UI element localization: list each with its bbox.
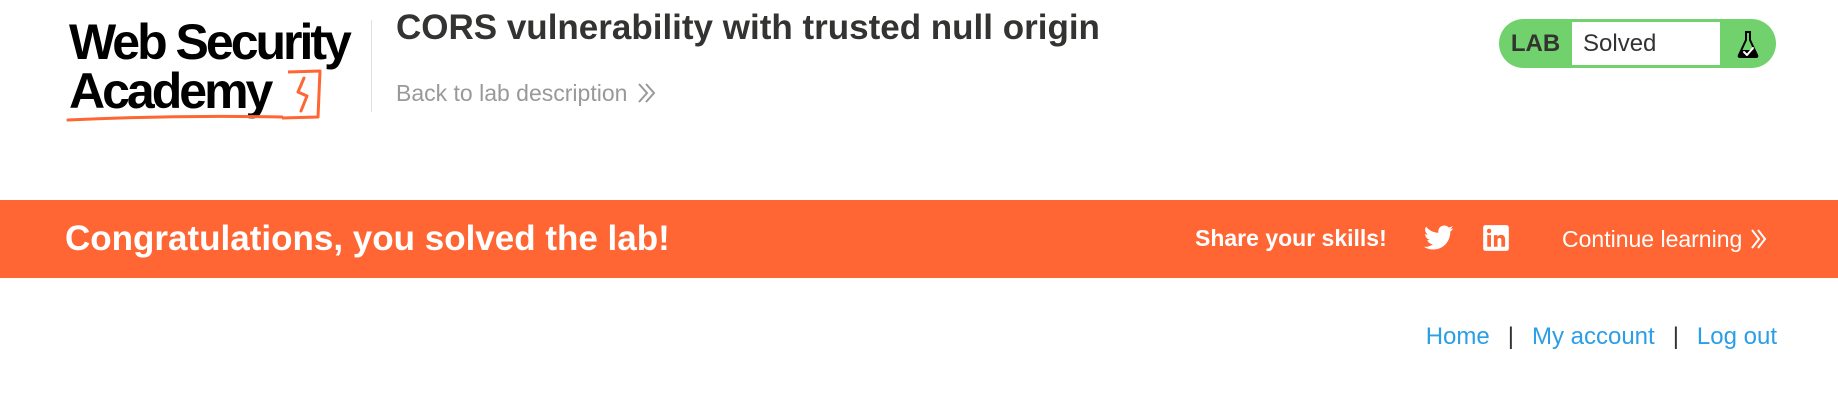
lab-title: CORS vulnerability with trusted null ori… [396,8,1100,47]
linkedin-icon[interactable] [1482,224,1510,252]
continue-learning-link[interactable]: Continue learning [1562,224,1768,254]
lab-status-value: Solved [1572,22,1720,65]
page-header: Web Security Academy CORS vulnerability … [0,0,1838,200]
nav-separator: | [1672,323,1679,350]
web-security-academy-logo[interactable]: Web Security Academy [66,16,368,126]
nav-home-link[interactable]: Home [1426,322,1490,352]
continue-learning-label: Continue learning [1562,226,1743,252]
lab-status-widget: LAB Solved [1499,19,1776,68]
logo-lightning-icon [66,69,322,122]
double-chevron-right-icon [638,83,656,103]
solved-message: Congratulations, you solved the lab! [65,219,670,258]
twitter-icon[interactable] [1424,225,1454,251]
lab-status-label: LAB [1510,29,1561,57]
nav-separator: | [1507,323,1514,350]
back-link-label: Back to lab description [396,80,628,106]
nav-my-account-link[interactable]: My account [1532,322,1655,352]
nav-log-out-link[interactable]: Log out [1697,322,1777,352]
header-divider [371,20,372,112]
congratulations-banner: Congratulations, you solved the lab! Sha… [0,200,1838,278]
back-to-lab-description-link[interactable]: Back to lab description [396,78,657,108]
double-chevron-right-icon [1751,229,1767,249]
flask-check-icon [1720,19,1776,68]
share-skills-label: Share your skills! [1195,225,1387,251]
account-nav: Home | My account | Log out [1426,322,1777,352]
